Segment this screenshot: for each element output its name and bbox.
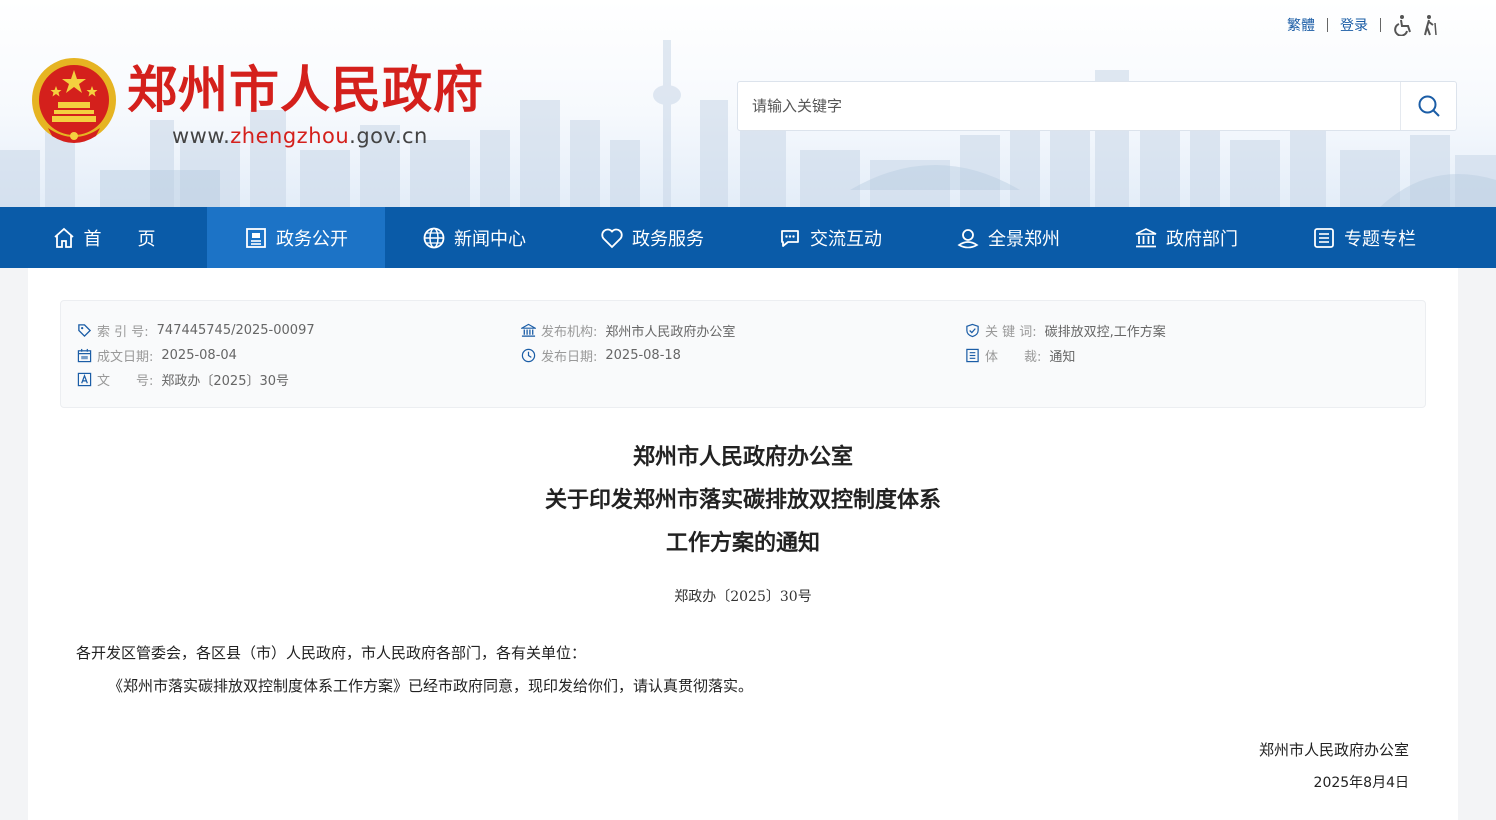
meta-published-date: 发布日期: 2025-08-18 bbox=[521, 346, 681, 365]
meta-created-date: 成文日期: 2025-08-04 bbox=[77, 346, 237, 365]
search-icon bbox=[1418, 95, 1440, 117]
meta-label: 文 号: bbox=[97, 374, 154, 389]
meta-value: 747445745/2025-00097 bbox=[156, 323, 315, 338]
nav-item-label: 政府部门 bbox=[1166, 228, 1238, 250]
site-title: 郑州市人民政府 bbox=[127, 60, 484, 119]
meta-label: 关 键 词: bbox=[985, 325, 1037, 340]
list-document-icon bbox=[966, 348, 979, 363]
document-icon bbox=[246, 227, 266, 248]
meta-label: 索 引 号: bbox=[97, 325, 149, 340]
nav-item-home[interactable]: 首 页 bbox=[0, 207, 207, 268]
salutation: 各开发区管委会，各区县（市）人民政府，市人民政府各部门，各有关单位： bbox=[76, 644, 587, 662]
title-line: 郑州市人民政府办公室 bbox=[632, 444, 853, 470]
signature-organization: 郑州市人民政府办公室 bbox=[1258, 741, 1409, 759]
nav-item-label: 政务公开 bbox=[276, 228, 348, 250]
nav-item-label: 交流互动 bbox=[810, 228, 882, 250]
site-url: www.zhengzhou.gov.cn bbox=[172, 124, 428, 148]
nav-item-panorama[interactable]: 全景郑州 bbox=[919, 207, 1097, 268]
nav-item-label: 全景郑州 bbox=[988, 228, 1060, 250]
calendar-icon bbox=[77, 348, 92, 363]
nav-item-gov-affairs[interactable]: 政务公开 bbox=[207, 207, 385, 268]
nav-item-label: 首 页 bbox=[83, 228, 156, 250]
home-icon bbox=[53, 227, 74, 248]
meta-value: 郑州市人民政府办公室 bbox=[605, 325, 736, 340]
body-paragraph: 《郑州市落实碳排放双控制度体系工作方案》已经市政府同意，现印发给你们，请认真贯彻… bbox=[108, 677, 754, 695]
meta-keywords: 关 键 词: 碳排放双控,工作方案 bbox=[965, 321, 1166, 340]
meta-index-number: 索 引 号: 747445745/2025-00097 bbox=[77, 321, 315, 340]
clock-icon bbox=[521, 348, 536, 363]
title-line: 关于印发郑州市落实碳排放双控制度体系 bbox=[544, 487, 941, 513]
meta-value: 2025-08-04 bbox=[161, 348, 237, 363]
document-number: 郑政办〔2025〕30号 bbox=[674, 589, 812, 605]
divider bbox=[1380, 18, 1381, 32]
title-line: 工作方案的通知 bbox=[665, 530, 820, 556]
meta-label: 体 裁: bbox=[985, 350, 1042, 365]
document-metadata-panel: 索 引 号: 747445745/2025-00097 成文日期: 2025-0… bbox=[60, 300, 1426, 408]
traditional-chinese-link[interactable]: 繁體 bbox=[1287, 15, 1315, 35]
search-input[interactable] bbox=[738, 83, 1400, 129]
nav-item-news[interactable]: 新闻中心 bbox=[385, 207, 563, 268]
heart-icon bbox=[601, 228, 623, 248]
meta-genre: 体 裁: 通知 bbox=[965, 346, 1075, 365]
meta-publisher: 发布机构: 郑州市人民政府办公室 bbox=[521, 321, 735, 340]
site-url-highlight: zhengzhou bbox=[230, 124, 350, 148]
site-url-suffix: .gov.cn bbox=[349, 124, 428, 148]
search-box bbox=[737, 81, 1457, 131]
panorama-icon bbox=[957, 228, 979, 248]
nav-item-services[interactable]: 政务服务 bbox=[563, 207, 741, 268]
signature-date: 2025年8月4日 bbox=[1313, 775, 1409, 791]
building-icon bbox=[521, 323, 536, 337]
meta-value: 郑政办〔2025〕30号 bbox=[161, 374, 290, 389]
elderly-mode-icon[interactable] bbox=[1421, 14, 1441, 36]
wheelchair-accessibility-icon[interactable] bbox=[1393, 14, 1415, 36]
text-document-icon bbox=[77, 372, 92, 387]
tag-icon bbox=[78, 324, 92, 338]
globe-icon bbox=[423, 227, 445, 248]
document-title: 郑州市人民政府办公室 关于印发郑州市落实碳排放双控制度体系 工作方案的通知 bbox=[28, 436, 1458, 565]
site-header: 郑州市人民政府 www.zhengzhou.gov.cn 繁體 登录 bbox=[0, 0, 1496, 207]
chat-icon bbox=[781, 229, 799, 247]
meta-label: 发布机构: bbox=[541, 325, 598, 340]
search-button[interactable] bbox=[1400, 82, 1456, 130]
main-nav: 首 页 政务公开 新闻中心 政务服务 交流互动 全景郑州 政府部门 专题专栏 bbox=[0, 207, 1496, 268]
national-emblem-logo bbox=[32, 58, 116, 143]
list-icon bbox=[1314, 227, 1334, 248]
meta-document-number: 文 号: 郑政办〔2025〕30号 bbox=[77, 370, 289, 389]
building-icon bbox=[1135, 227, 1157, 247]
divider bbox=[1327, 18, 1328, 32]
nav-item-label: 新闻中心 bbox=[454, 228, 526, 250]
top-links: 繁體 登录 bbox=[1287, 14, 1441, 36]
meta-value: 碳排放双控,工作方案 bbox=[1044, 325, 1166, 340]
meta-label: 成文日期: bbox=[97, 350, 154, 365]
site-url-prefix: www. bbox=[172, 124, 231, 148]
nav-item-topics[interactable]: 专题专栏 bbox=[1275, 207, 1453, 268]
login-link[interactable]: 登录 bbox=[1340, 15, 1368, 35]
meta-value: 2025-08-18 bbox=[605, 348, 681, 363]
nav-item-interaction[interactable]: 交流互动 bbox=[741, 207, 919, 268]
meta-label: 发布日期: bbox=[541, 350, 598, 365]
shield-check-icon bbox=[966, 323, 979, 338]
nav-item-departments[interactable]: 政府部门 bbox=[1097, 207, 1275, 268]
article-container: 索 引 号: 747445745/2025-00097 成文日期: 2025-0… bbox=[28, 268, 1458, 820]
meta-value: 通知 bbox=[1049, 350, 1076, 365]
nav-item-label: 政务服务 bbox=[632, 228, 704, 250]
nav-item-label: 专题专栏 bbox=[1344, 228, 1416, 250]
